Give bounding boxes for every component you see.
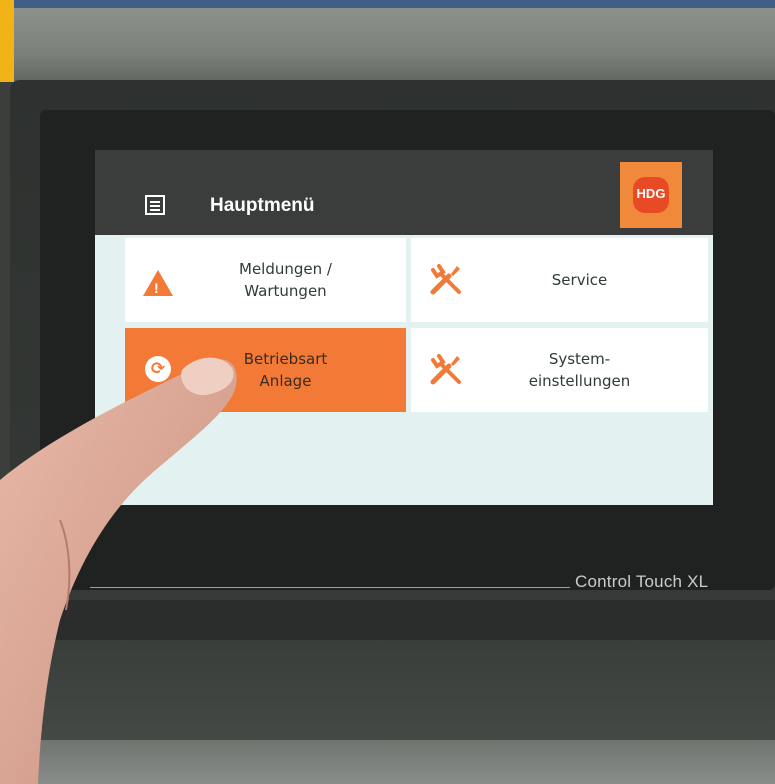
page-title: Hauptmenü — [210, 195, 315, 216]
screen-header: Hauptmenü HDG — [95, 150, 713, 235]
tile-meldungen-wartungen[interactable]: ! Meldungen / Wartungen — [125, 238, 406, 322]
hdg-logo: HDG — [620, 162, 682, 228]
bezel-lower-frame — [40, 600, 775, 640]
wall — [14, 8, 775, 86]
tile-betriebsart-anlage[interactable]: ⟳ Betriebsart Anlage — [125, 328, 406, 412]
tile-systemeinstellungen[interactable]: System- einstellungen — [411, 328, 708, 412]
refresh-icon: ⟳ — [145, 356, 171, 382]
device-brand-label: Control Touch XL — [575, 572, 709, 591]
tile-label: Meldungen / Wartungen — [239, 260, 332, 300]
brand-line — [90, 587, 570, 588]
tools-icon — [430, 264, 461, 295]
warning-mark: ! — [154, 280, 159, 296]
menu-grid-icon — [145, 195, 165, 215]
tile-label: Betriebsart Anlage — [243, 350, 328, 390]
tile-label: System- einstellungen — [528, 350, 631, 390]
tile-service[interactable]: Service — [411, 238, 708, 322]
yellow-tab — [0, 0, 14, 82]
touch-screen: Hauptmenü HDG ! Meldungen / Wartungen Se… — [95, 150, 713, 505]
device-bottom-ledge — [10, 740, 775, 784]
tile-label: Service — [551, 271, 608, 289]
tools-icon — [430, 354, 461, 385]
logo-text: HDG — [636, 186, 666, 201]
background-strip — [0, 0, 775, 8]
device-lower-panel — [10, 640, 775, 740]
